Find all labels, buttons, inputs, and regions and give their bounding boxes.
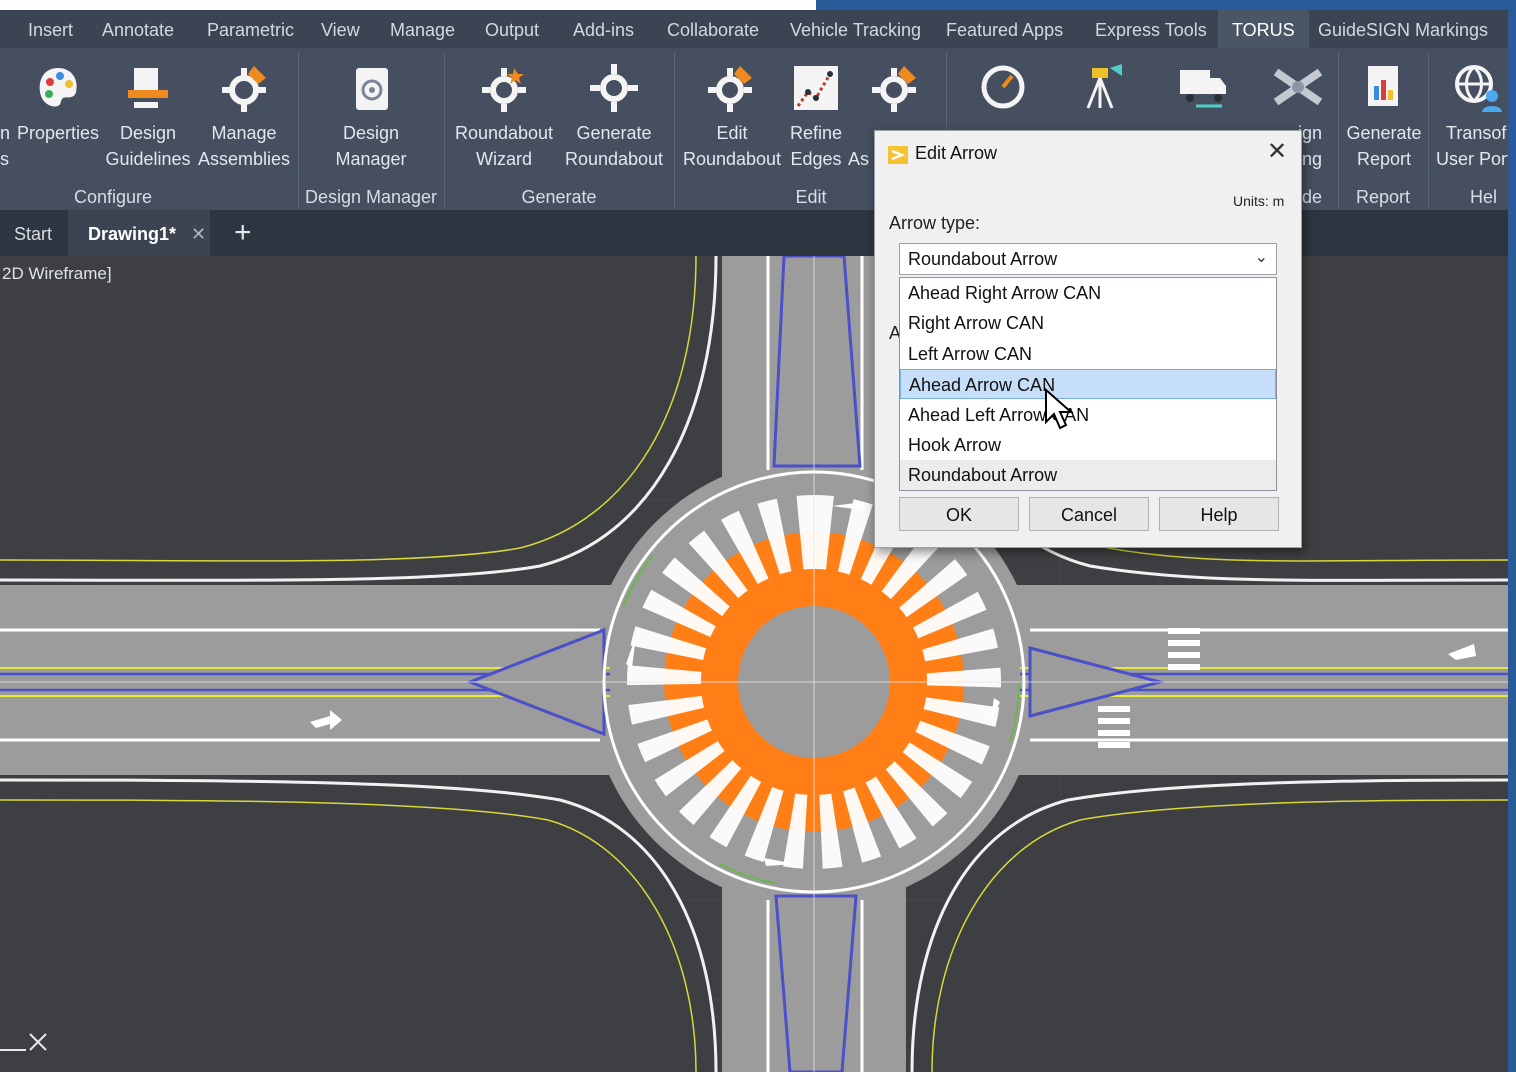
palette-icon[interactable] (36, 64, 80, 112)
transform-user-port-button[interactable]: Transof User Port (1434, 120, 1508, 172)
tab-featured-apps[interactable]: Featured Apps (946, 10, 1063, 48)
tab-vehicle-tracking[interactable]: Vehicle Tracking (790, 10, 921, 48)
tab-output[interactable]: Output (485, 10, 539, 48)
edit-arrow-dialog: Edit Arrow ✕ Units: m Arrow type: Rounda… (874, 130, 1302, 548)
option-ahead-right-arrow-can[interactable]: Ahead Right Arrow CAN (900, 278, 1276, 308)
design-manager-button[interactable]: Design Manager (326, 120, 416, 172)
option-hook-arrow[interactable]: Hook Arrow (900, 430, 1276, 460)
ribbon-divider (298, 52, 299, 208)
option-roundabout-arrow[interactable]: Roundabout Arrow (900, 460, 1276, 490)
close-tab-icon[interactable]: ✕ (181, 224, 206, 244)
roundabout-wizard-icon[interactable] (478, 62, 530, 114)
new-tab-plus-icon[interactable]: + (234, 210, 252, 256)
tab-manage[interactable]: Manage (390, 10, 455, 48)
survey-tripod-icon[interactable] (1076, 62, 1126, 112)
desktop-background-right (1508, 0, 1516, 1072)
tab-annotate[interactable]: Annotate (102, 10, 174, 48)
group-configure: Configure (73, 187, 153, 207)
arrow-type-value: Roundabout Arrow (908, 249, 1058, 269)
tab-parametric[interactable]: Parametric (207, 10, 294, 48)
edit-assembly-button[interactable]: As (848, 146, 874, 172)
ribbon-divider (1338, 52, 1339, 208)
group-report: Report (1355, 187, 1411, 207)
design-guidelines-button[interactable]: Design Guidelines (104, 120, 192, 172)
tab-collaborate[interactable]: Collaborate (667, 10, 759, 48)
group-guide-partial: de (1302, 187, 1323, 207)
group-design-manager: Design Manager (304, 187, 438, 207)
generate-roundabout-button[interactable]: Generate Roundabout (560, 120, 668, 172)
dialog-close-icon[interactable]: ✕ (1267, 137, 1287, 166)
tab-view[interactable]: View (321, 10, 360, 48)
design-marking-icon[interactable] (1272, 62, 1324, 112)
arrow-type-select[interactable]: Roundabout Arrow ⌄ (899, 243, 1277, 275)
ribbon-divider (444, 52, 445, 208)
ribbon-partial-button[interactable]: ns (0, 120, 12, 172)
chevron-down-icon[interactable]: ⌄ (1255, 247, 1268, 267)
tab-drawing1[interactable]: Drawing1* ✕ (68, 210, 210, 256)
viewport-visual-style-label[interactable]: 2D Wireframe] (2, 264, 112, 284)
ok-button[interactable]: OK (899, 497, 1019, 531)
dialog-app-icon (888, 146, 908, 164)
window-top-edge (0, 0, 816, 10)
tab-guidesign-markings[interactable]: GuideSIGN Markings (1318, 10, 1488, 48)
arrow-type-dropdown-list: Ahead Right Arrow CAN Right Arrow CAN Le… (899, 277, 1277, 491)
design-guidelines-icon[interactable] (124, 64, 172, 112)
refine-edges-button[interactable]: Refine Edges (786, 120, 846, 172)
help-button[interactable]: Help (1159, 497, 1279, 531)
edit-assembly-icon[interactable] (870, 62, 922, 114)
tab-express-tools[interactable]: Express Tools (1095, 10, 1207, 48)
properties-button[interactable]: Properties (16, 120, 100, 146)
tab-add-ins[interactable]: Add-ins (573, 10, 634, 48)
vehicle-truck-icon[interactable] (1176, 62, 1230, 112)
design-marking-button[interactable]: ign ing (1298, 120, 1334, 172)
option-left-arrow-can[interactable]: Left Arrow CAN (900, 339, 1276, 369)
ribbon-tab-bar: Insert Annotate Parametric View Manage O… (0, 10, 1508, 48)
desktop-background-top (816, 0, 1516, 10)
units-label: Units: m (1233, 193, 1285, 209)
edit-roundabout-button[interactable]: Edit Roundabout (678, 120, 786, 172)
ucs-axis-icon (0, 1033, 47, 1051)
tab-start[interactable]: Start (14, 210, 52, 256)
roundabout-wizard-button[interactable]: Roundabout Wizard (450, 120, 558, 172)
edit-roundabout-icon[interactable] (706, 62, 758, 114)
mouse-pointer-icon (1045, 388, 1074, 430)
dialog-title: Edit Arrow (915, 143, 998, 163)
generate-report-icon[interactable] (1362, 62, 1406, 112)
option-ahead-left-arrow-can[interactable]: Ahead Left Arrow CAN (900, 400, 1276, 430)
tab-torus[interactable]: TORUS (1218, 10, 1309, 48)
ribbon-divider (1428, 52, 1429, 208)
generate-report-button[interactable]: Generate Report (1342, 120, 1426, 172)
manage-assemblies-icon[interactable] (220, 62, 272, 114)
option-ahead-arrow-can[interactable]: Ahead Arrow CAN (900, 369, 1276, 399)
refine-edges-icon[interactable] (790, 62, 842, 114)
group-help-partial: Hel (1470, 187, 1498, 207)
tab-drawing1-label: Drawing1* (88, 224, 177, 244)
group-generate: Generate (521, 187, 597, 207)
option-right-arrow-can[interactable]: Right Arrow CAN (900, 308, 1276, 338)
cancel-button[interactable]: Cancel (1029, 497, 1149, 531)
generate-roundabout-icon[interactable] (588, 62, 640, 114)
manage-assemblies-button[interactable]: Manage Assemblies (196, 120, 292, 172)
gauge-icon[interactable] (980, 64, 1026, 110)
arrow-type-label: Arrow type: (889, 213, 981, 233)
globe-user-icon[interactable] (1452, 62, 1504, 114)
ribbon-divider (674, 52, 675, 208)
design-manager-icon[interactable] (350, 64, 394, 114)
tab-insert[interactable]: Insert (28, 10, 73, 48)
